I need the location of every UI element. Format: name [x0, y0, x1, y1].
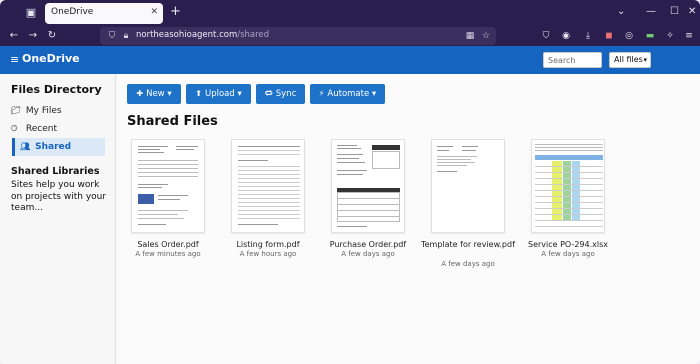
navigation-bar: ← → ↻ ⛉ 🔒︎ northeasohioagent.com/shared … [0, 26, 700, 46]
shared-libraries-description: Sites help you work on projects with you… [11, 180, 107, 213]
back-icon[interactable]: ← [7, 29, 21, 43]
extension-green-icon[interactable]: ▬ [644, 30, 656, 42]
new-button-label: New ▾ [146, 89, 172, 99]
sync-icon: 🔁︎ [264, 89, 273, 98]
sync-button[interactable]: 🔁︎ Sync [256, 84, 305, 104]
main-content: ✚ New ▾ ⬆ Upload ▾ 🔁︎ Sync ⚡︎ Automate ▾ Sha… [117, 74, 700, 364]
tab-strip: ▣ OneDrive ✕ + ⌄ — ☐ ✕ [0, 0, 700, 26]
sidebar-item-my-files[interactable]: 📁︎ My Files [11, 103, 62, 119]
shield-icon[interactable]: ⛉ [106, 30, 118, 42]
file-thumbnail [131, 139, 205, 233]
sidebar-item-recent[interactable]: 🕒︎ Recent [11, 121, 57, 137]
upload-icon: ⬆ [195, 89, 202, 98]
tab-title: OneDrive [51, 7, 94, 17]
filter-value: All files [614, 55, 643, 64]
sync-button-label: Sync [275, 89, 297, 99]
browser-window: ▣ OneDrive ✕ + ⌄ — ☐ ✕ ← → ↻ ⛉ 🔒︎ northe… [0, 0, 700, 364]
pocket-icon[interactable]: ⛉ [540, 30, 552, 42]
automate-button-label: Automate ▾ [327, 89, 377, 99]
new-tab-button[interactable]: + [170, 5, 181, 19]
file-name: Template for review.pdf [421, 240, 515, 249]
app-title: OneDrive [22, 52, 80, 65]
url-bar[interactable]: ⛉ 🔒︎ northeasohioagent.com/shared ▦ ☆ [100, 27, 496, 45]
file-name: Service PO-294.xlsx [527, 240, 608, 249]
file-date: A few hours ago [239, 250, 297, 258]
browser-tab[interactable]: OneDrive ✕ [45, 3, 163, 24]
file-date: A few days ago [341, 250, 395, 258]
account-icon[interactable]: ◉ [560, 30, 572, 42]
app-header: ≡ OneDrive All files ▾ [0, 46, 700, 74]
maximize-icon[interactable]: ☐ [670, 6, 679, 18]
chevron-down-icon: ▾ [643, 56, 647, 64]
clock-icon: 🕒︎ [11, 124, 18, 133]
hamburger-icon[interactable]: ≡ [10, 54, 19, 66]
forward-icon[interactable]: → [26, 29, 40, 43]
file-name: Sales Order.pdf [137, 240, 199, 249]
minimize-icon[interactable]: — [646, 6, 656, 18]
download-icon[interactable]: ⤓ [582, 30, 594, 42]
file-date: A few days ago [541, 250, 595, 258]
url-host: northeasohioagent.com [136, 30, 238, 40]
file-thumbnail [531, 139, 605, 233]
section-title: Shared Files [127, 114, 218, 129]
folder-icon: 📁︎ [11, 106, 22, 115]
url-path: /shared [237, 30, 270, 40]
tab-overview-icon[interactable]: ▣ [24, 6, 38, 20]
window-close-icon[interactable]: ✕ [688, 6, 696, 18]
shared-libraries-title: Shared Libraries [11, 166, 100, 177]
lock-icon[interactable]: 🔒︎ [120, 30, 132, 42]
search-input[interactable] [543, 52, 602, 68]
file-name: Listing form.pdf [236, 240, 300, 249]
file-date: A few minutes ago [135, 250, 201, 258]
sidebar-heading: Files Directory [11, 83, 102, 96]
sidebar: Files Directory 📁︎ My Files 🕒︎ Recent 👥︎… [0, 74, 116, 364]
url-text: northeasohioagent.com/shared [136, 30, 269, 40]
menu-icon[interactable]: ≡ [683, 30, 695, 42]
people-icon: 👥︎ [20, 142, 31, 151]
lightning-icon: ⚡︎ [318, 89, 325, 98]
close-icon[interactable]: ✕ [150, 7, 158, 17]
file-filter-select[interactable]: All files ▾ [609, 52, 651, 68]
reload-icon[interactable]: ↻ [45, 29, 59, 43]
file-name: Purchase Order.pdf [329, 240, 407, 249]
file-date: A few days ago [441, 260, 495, 268]
bookmark-star-icon[interactable]: ☆ [480, 30, 492, 42]
sidebar-item-label: Recent [25, 124, 57, 134]
extension-gray-icon[interactable]: ◎ [623, 30, 635, 42]
sidebar-item-shared[interactable]: 👥︎ Shared [12, 138, 105, 156]
new-button[interactable]: ✚ New ▾ [127, 84, 181, 104]
sidebar-item-label: Shared [35, 142, 72, 152]
chevron-down-icon[interactable]: ⌄ [617, 6, 625, 18]
file-thumbnail [231, 139, 305, 233]
extensions-puzzle-icon[interactable]: ✧ [664, 30, 676, 42]
qr-code-icon[interactable]: ▦ [464, 30, 476, 42]
upload-button[interactable]: ⬆ Upload ▾ [186, 84, 251, 104]
file-thumbnail [431, 139, 505, 233]
upload-button-label: Upload ▾ [204, 89, 242, 99]
plus-icon: ✚ [136, 89, 144, 98]
sidebar-item-label: My Files [25, 106, 62, 116]
automate-button[interactable]: ⚡︎ Automate ▾ [310, 84, 385, 104]
extension-red-icon[interactable]: ◼ [603, 30, 615, 42]
file-thumbnail [331, 139, 405, 233]
